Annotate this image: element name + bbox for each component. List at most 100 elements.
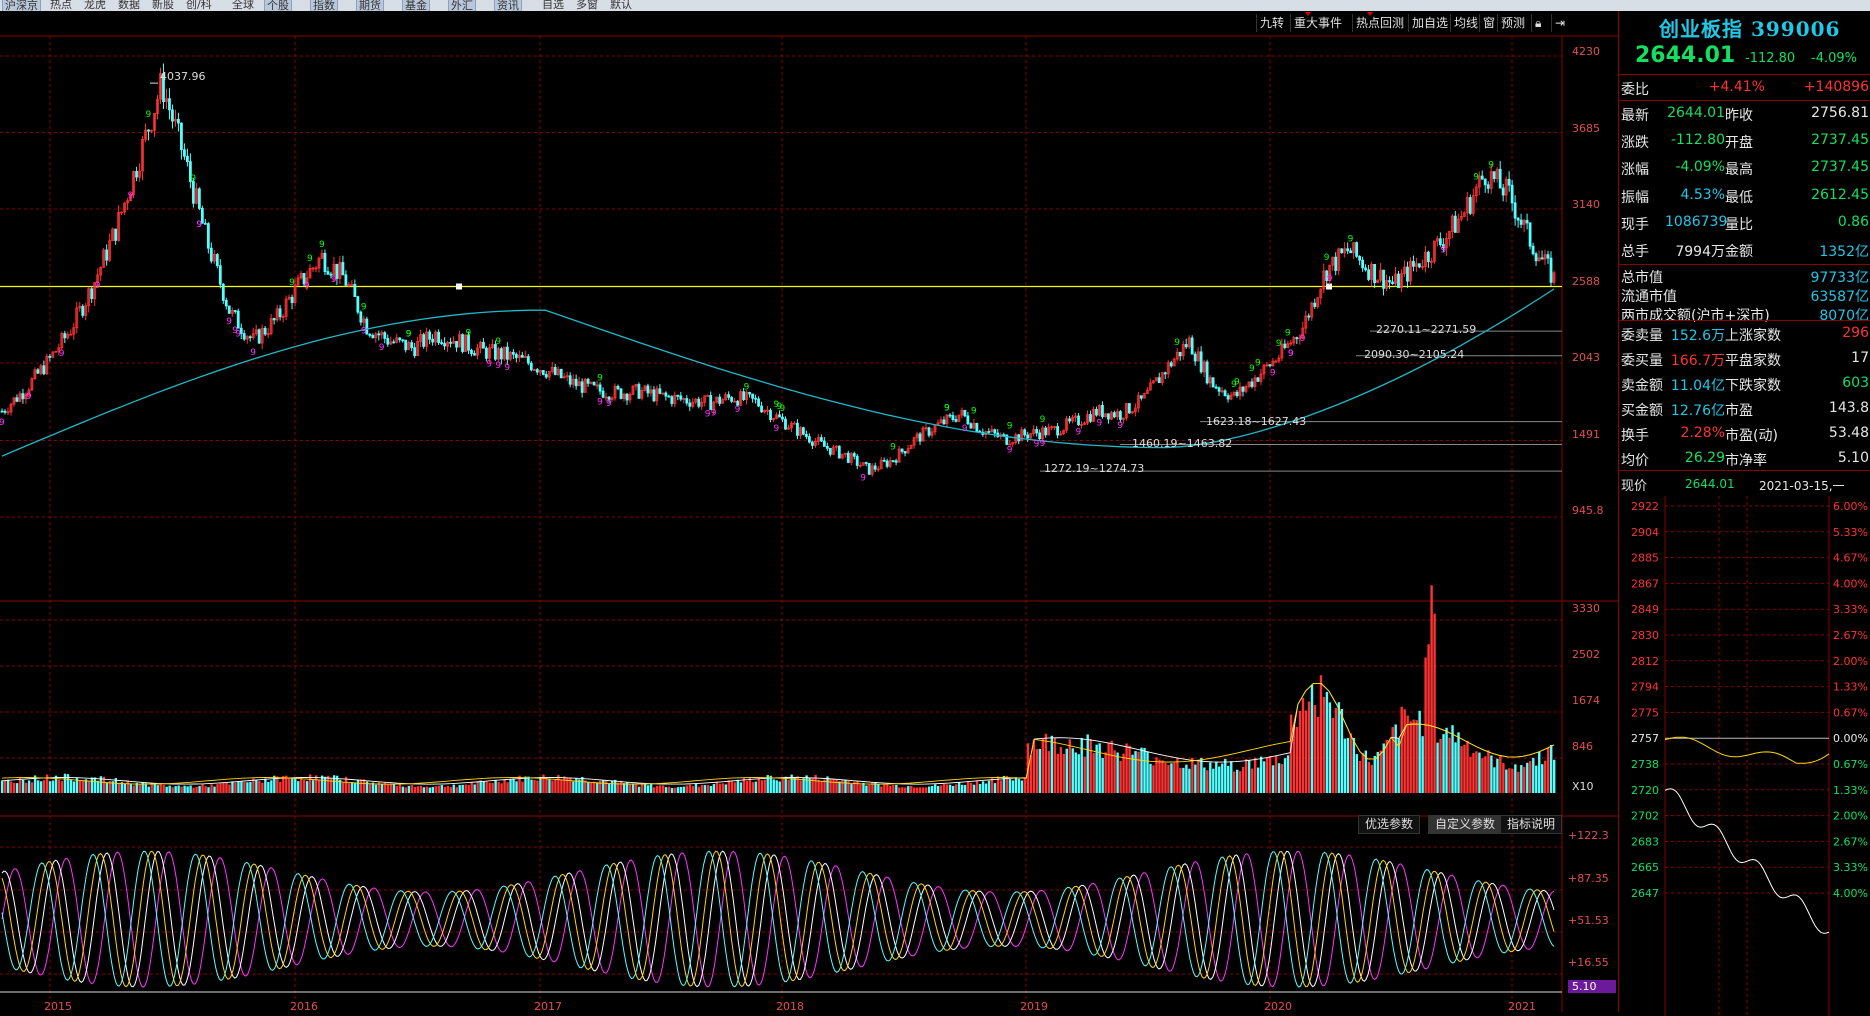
top-nav-item[interactable]: 全球 — [230, 0, 256, 11]
candle-body — [769, 409, 772, 421]
candle-body — [413, 347, 417, 357]
top-nav-item[interactable]: 基金 — [402, 0, 430, 11]
volume-bar — [72, 781, 76, 793]
top-nav-item[interactable]: 指数 — [310, 0, 338, 11]
quote-label: 金额 — [1725, 244, 1753, 260]
nine-turn-mark: 9 — [486, 359, 492, 369]
current-price: 2644.01 — [1635, 43, 1736, 68]
top-nav-item[interactable]: 多窗 — [574, 0, 600, 11]
volume-bar — [63, 773, 67, 793]
volume-bar — [1256, 767, 1260, 793]
lock-icon[interactable]: 🔒︎ — [1531, 14, 1544, 32]
top-nav-item[interactable]: 新股 — [150, 0, 176, 11]
volume-bar — [835, 779, 838, 793]
ma-button[interactable]: 均线 — [1450, 14, 1481, 32]
top-nav-item[interactable]: 沪深京 — [2, 0, 41, 11]
volume-bar — [966, 781, 970, 793]
quote-label: 换手 — [1621, 428, 1649, 444]
top-nav-item[interactable]: 期货 — [356, 0, 384, 11]
intraday-chart[interactable]: 2922 6.00% 2904 5.33% 2885 4.67% 2867 4.00% 2849… — [1619, 496, 1870, 1016]
osc-tick: +87.35 — [1568, 872, 1609, 885]
volume-bar — [951, 785, 955, 793]
level-label: 2090.30~2105.24 — [1364, 348, 1465, 361]
volume-bar — [1322, 696, 1326, 793]
major-event-button[interactable]: 重大事件 — [1290, 12, 1345, 32]
top-nav-item[interactable]: 自选 — [540, 0, 566, 11]
volume-bar — [374, 784, 378, 793]
top-nav-item[interactable]: 热点 — [48, 0, 74, 11]
kline-chart-area[interactable]: 9999999 999999999999999999999999 999999999… — [0, 11, 1618, 1012]
expand-icon[interactable]: ⇥ — [1551, 14, 1568, 32]
volume-bar — [1017, 778, 1021, 793]
webi-pct: +4.41% — [1708, 79, 1765, 95]
quote-value: 2737.45 — [1811, 132, 1869, 149]
volume-bar — [359, 779, 363, 793]
window-button[interactable]: 窗 — [1479, 14, 1498, 32]
top-nav-item[interactable]: 默认 — [608, 0, 634, 11]
volume-bar — [1379, 750, 1382, 793]
candle-body — [697, 398, 701, 407]
candle-body — [1107, 413, 1110, 420]
volume-bar — [282, 776, 285, 793]
quote-label: 昨收 — [1725, 108, 1753, 124]
volume-bar — [1146, 751, 1149, 793]
candle-body — [1193, 353, 1197, 362]
volume-bar — [1023, 778, 1027, 793]
candle-body — [197, 188, 201, 209]
volume-bar — [228, 784, 231, 793]
volume-bar — [694, 783, 698, 793]
candle-body — [203, 222, 207, 225]
candle-body — [278, 308, 282, 318]
hot-backtest-button[interactable]: 热点回测 — [1352, 12, 1407, 32]
candle-body — [1313, 302, 1317, 307]
volume-bar — [425, 786, 429, 793]
volume-bar — [479, 780, 482, 793]
volume-bar — [1020, 780, 1024, 793]
nine-turn-mark: 9 — [1324, 253, 1330, 263]
candle-body — [505, 346, 509, 360]
volume-bar — [1104, 752, 1107, 793]
osc-line — [1, 850, 1555, 988]
volume-bar — [66, 774, 70, 793]
top-nav-item[interactable]: 创/科 — [184, 0, 214, 11]
volume-bar — [60, 781, 64, 793]
nine-turn-mark: 9 — [331, 275, 337, 285]
volume-bar — [353, 782, 357, 793]
candle-body — [21, 393, 25, 400]
top-nav-item[interactable]: 龙虎 — [82, 0, 108, 11]
custom-params-button[interactable]: 自定义参数 — [1428, 815, 1503, 834]
osc-tick: +122.3 — [1568, 829, 1609, 842]
top-nav-item[interactable]: 数据 — [116, 0, 142, 11]
top-nav-item[interactable]: 资讯 — [494, 0, 522, 11]
volume-bar — [69, 779, 73, 793]
volume-bar — [419, 785, 423, 793]
volume-bar — [1469, 756, 1472, 793]
volume-bar — [21, 779, 25, 793]
forecast-button[interactable]: 预测 — [1497, 14, 1528, 32]
candle-body — [1519, 219, 1523, 225]
add-watchlist-button[interactable]: 加自选 — [1408, 14, 1451, 32]
candle-body — [969, 423, 973, 429]
volume-bar — [1514, 764, 1517, 793]
indicator-help-button[interactable]: 指标说明 — [1500, 815, 1563, 834]
price-tick: 2588 — [1572, 275, 1600, 288]
candle-body — [371, 334, 375, 339]
candle-body — [1358, 255, 1362, 261]
volume-bar — [622, 783, 626, 793]
nine-turn-mark: 9 — [1327, 274, 1333, 284]
candle-body — [368, 333, 372, 336]
intraday-pct-tick: 2.67% — [1833, 629, 1868, 642]
volume-bar — [186, 786, 189, 793]
top-nav-item[interactable]: 外汇 — [448, 0, 476, 11]
volume-bar — [620, 780, 623, 793]
top-nav-item[interactable]: 个股 — [264, 0, 292, 11]
volume-bar — [458, 785, 461, 793]
nine-turn-mark: 9 — [1040, 439, 1046, 449]
volume-bar — [919, 787, 922, 793]
preferred-params-button[interactable]: 优选参数 — [1358, 815, 1421, 834]
volume-bar — [473, 784, 476, 793]
nine-turn-button[interactable]: 九转 — [1256, 14, 1287, 32]
volume-bar — [437, 785, 440, 793]
volume-bar — [398, 783, 402, 793]
volume-bar — [1301, 697, 1305, 793]
